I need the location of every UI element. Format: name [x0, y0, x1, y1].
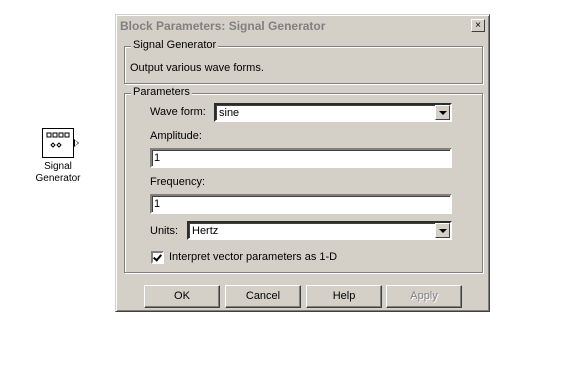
frequency-value: 1 — [154, 198, 161, 210]
close-icon: × — [475, 20, 481, 31]
wave-form-label: Wave form: — [150, 106, 206, 118]
interpret-vector-label[interactable]: Interpret vector parameters as 1-D — [169, 251, 337, 263]
frequency-input[interactable]: 1 — [150, 194, 452, 214]
units-value: Hertz — [192, 225, 219, 237]
description-group-label: Signal Generator — [131, 39, 219, 51]
block-name-label[interactable]: Signal Generator — [28, 161, 88, 185]
amplitude-input[interactable]: 1 — [150, 148, 452, 168]
signal-generator-block-icon — [46, 132, 70, 148]
close-button[interactable]: × — [471, 19, 485, 32]
amplitude-label: Amplitude: — [150, 130, 202, 142]
parameters-group-label: Parameters — [131, 86, 192, 98]
apply-button[interactable]: Apply — [386, 285, 462, 308]
signal-generator-block[interactable] — [42, 128, 74, 158]
description-group: Signal Generator Output various wave for… — [124, 39, 483, 84]
chevron-down-icon[interactable] — [435, 223, 450, 238]
wave-form-select[interactable]: sine — [214, 103, 452, 122]
dialog-titlebar[interactable]: Block Parameters: Signal Generator × — [118, 17, 487, 35]
interpret-vector-checkbox[interactable] — [151, 251, 164, 264]
cancel-button[interactable]: Cancel — [225, 285, 301, 308]
frequency-label: Frequency: — [150, 176, 206, 188]
block-output-port[interactable] — [74, 139, 79, 147]
amplitude-value: 1 — [154, 152, 161, 164]
block-description: Output various wave forms. — [130, 62, 264, 74]
chevron-down-icon[interactable] — [435, 105, 450, 120]
units-select[interactable]: Hertz — [187, 221, 452, 240]
ok-button[interactable]: OK — [144, 285, 220, 308]
units-label: Units: — [150, 225, 179, 237]
dialog-title: Block Parameters: Signal Generator — [120, 19, 326, 33]
parameters-group: Parameters Wave form: sine Amplitude: 1 … — [124, 86, 483, 273]
wave-form-value: sine — [219, 107, 240, 119]
block-parameters-dialog: Block Parameters: Signal Generator × Sig… — [115, 14, 490, 312]
help-button[interactable]: Help — [306, 285, 382, 308]
